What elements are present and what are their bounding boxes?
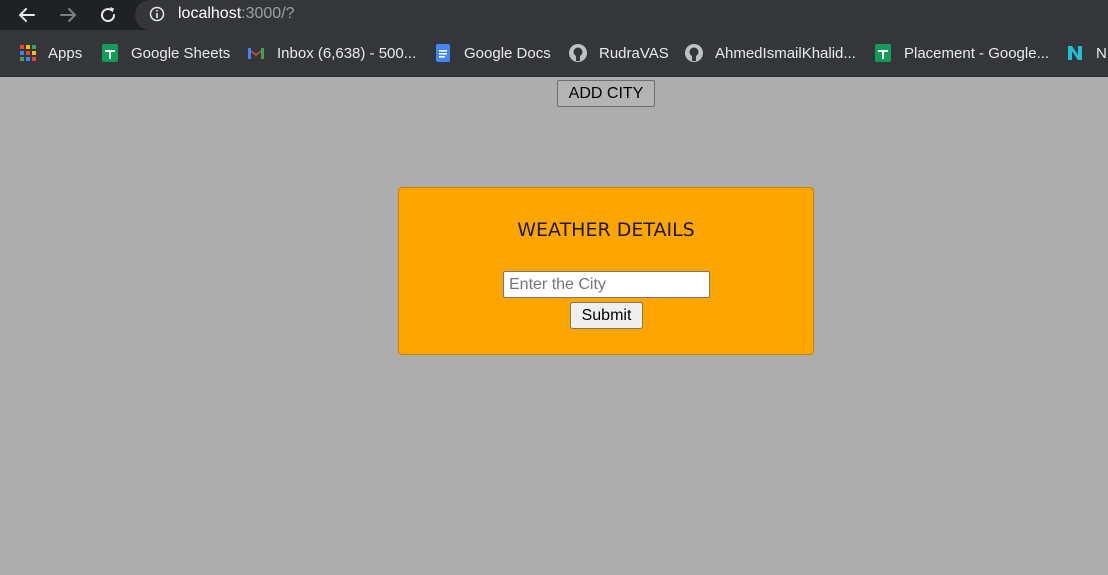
github-icon [685,44,703,62]
forward-button[interactable] [55,3,81,27]
back-arrow-icon [19,8,35,22]
weather-card: WEATHER DETAILS Submit [398,187,814,355]
notion-like-icon [1066,44,1084,62]
info-icon[interactable] [149,6,165,22]
google-sheets-icon [101,44,119,62]
apps-grid-icon [20,45,36,61]
bookmark-label: Placement - Google... [904,44,1050,62]
back-button[interactable] [14,3,40,27]
bookmark-label: Google Sheets [131,44,231,62]
bookmark-ahmedismailkhalid[interactable]: AhmedIsmailKhalid... [685,42,856,64]
bookmark-google-sheets[interactable]: Google Sheets [101,42,230,64]
bookmark-label: RudraVAS [599,44,669,62]
bookmark-label: Inbox (6,638) - 500... [277,44,417,62]
reload-button[interactable] [95,3,121,27]
submit-button[interactable]: Submit [570,302,643,329]
add-city-button[interactable]: ADD CITY [557,80,655,107]
bookmark-label: Apps [48,44,83,62]
bookmark-rudravas[interactable]: RudraVAS [569,42,669,64]
reload-icon [101,7,116,23]
bookmark-label: Google Docs [464,44,551,62]
bookmark-label: AhmedIsmailKhalid... [715,44,856,62]
address-bar[interactable]: localhost:3000/? [135,0,1108,30]
bookmarks-bar: Apps Google Sheets Inbox (6,638) - 500..… [0,30,1108,77]
url-text[interactable]: localhost:3000/? [178,4,295,24]
bookmark-google-docs[interactable]: Google Docs [434,42,551,64]
bookmark-n[interactable]: N [1066,42,1107,64]
url-path: :3000/? [241,5,295,22]
bookmark-placement[interactable]: Placement - Google... [874,42,1049,64]
url-host: localhost [178,5,242,22]
gmail-icon [247,44,265,62]
github-icon [569,44,587,62]
forward-arrow-icon [60,8,76,22]
city-input[interactable] [503,271,710,298]
google-sheets-icon [874,44,892,62]
browser-toolbar: localhost:3000/? [0,0,1108,30]
card-title: WEATHER DETAILS [517,219,695,241]
bookmark-apps[interactable]: Apps [20,42,82,64]
bookmark-inbox[interactable]: Inbox (6,638) - 500... [247,42,416,64]
google-docs-icon [434,44,452,62]
bookmark-label: N [1096,44,1107,62]
